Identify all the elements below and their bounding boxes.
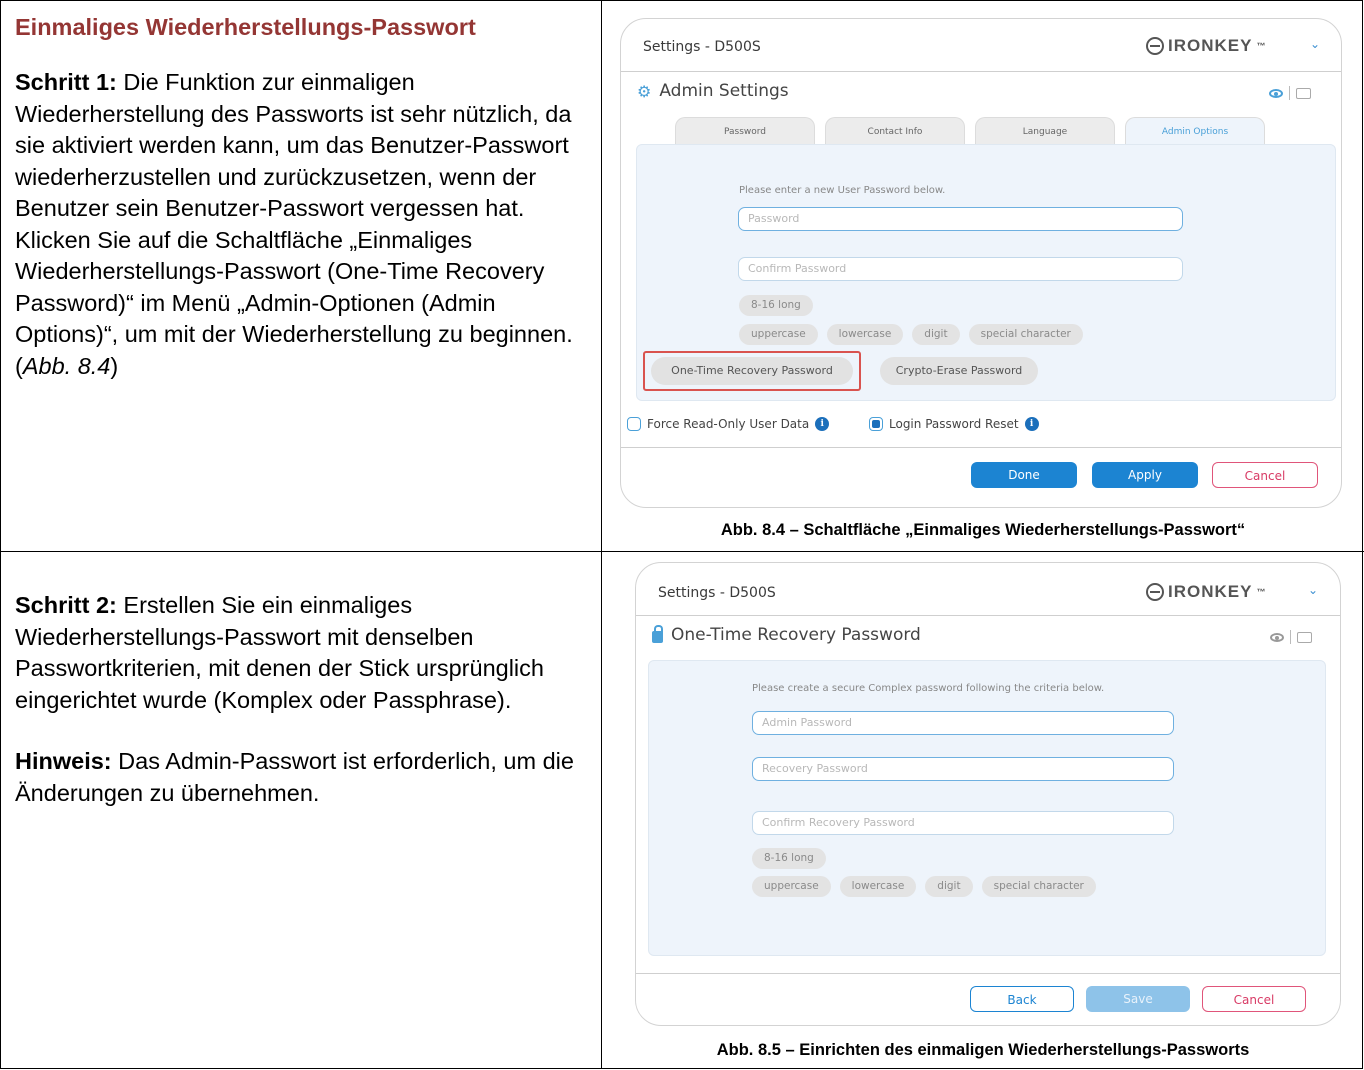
apply-button[interactable]: Apply (1092, 462, 1198, 488)
force-readonly-checkbox[interactable] (627, 417, 641, 431)
chevron-down-icon[interactable]: ⌄ (1308, 583, 1318, 597)
header-icons (1269, 86, 1311, 100)
login-reset-label: Login Password Reset (889, 417, 1019, 431)
header-icons (1270, 630, 1312, 644)
recovery-heading: One-Time Recovery Password (671, 625, 921, 645)
note-label: Hinweis: (15, 748, 112, 774)
chip-uppercase: uppercase (752, 876, 831, 897)
step2-label: Schritt 2: (15, 592, 117, 618)
logo-text: IRONKEY (1168, 582, 1253, 601)
info-icon[interactable]: i (1024, 417, 1039, 431)
step1-paragraph: Schritt 1: Die Funktion zur einmaligen W… (15, 67, 585, 382)
save-button[interactable]: Save (1086, 986, 1190, 1012)
recovery-panel (648, 660, 1326, 956)
chip-uppercase: uppercase (739, 324, 818, 345)
tab-admin-options[interactable]: Admin Options (1125, 117, 1265, 146)
page-title: ⚙ Admin Settings (637, 81, 789, 101)
crypto-erase-button[interactable]: Crypto-Erase Password (880, 357, 1038, 385)
info-icon[interactable]: i (815, 417, 830, 431)
force-readonly-option[interactable]: Force Read-Only User Data i (627, 417, 830, 431)
tab-password[interactable]: Password (675, 117, 815, 146)
chip-digit: digit (925, 876, 973, 897)
footer-divider (621, 447, 1341, 448)
step1-body: Die Funktion zur einmaligen Wiederherste… (15, 69, 573, 379)
tab-contact-info[interactable]: Contact Info (825, 117, 965, 146)
chip-lowercase: lowercase (826, 324, 904, 345)
icon-separator (1290, 630, 1291, 644)
keyboard-icon[interactable] (1297, 631, 1312, 643)
footer-divider (636, 973, 1340, 974)
cancel-button[interactable]: Cancel (1202, 986, 1306, 1012)
lock-icon (652, 625, 663, 643)
chip-lowercase: lowercase (839, 876, 917, 897)
chip-digit: digit (912, 324, 960, 345)
logo-text: IRONKEY (1168, 36, 1253, 55)
eye-icon[interactable] (1270, 632, 1284, 642)
logo-trademark: ™ (1256, 587, 1267, 597)
password-criteria: uppercase lowercase digit special charac… (752, 876, 1096, 897)
password-field[interactable]: Password (738, 207, 1183, 231)
login-reset-checkbox[interactable] (869, 417, 883, 431)
figure-caption: Abb. 8.4 – Schaltfläche „Einmaliges Wied… (720, 521, 1246, 539)
confirm-password-field[interactable]: Confirm Password (738, 257, 1183, 281)
force-readonly-label: Force Read-Only User Data (647, 417, 810, 431)
length-criteria: 8-16 long (739, 295, 813, 316)
admin-settings-window: Settings - D500S IRONKEY ™ ⌄ ⚙ Admin Set… (620, 18, 1342, 508)
keyboard-icon[interactable] (1296, 87, 1311, 99)
ironkey-logo-icon (1146, 37, 1164, 55)
password-criteria: uppercase lowercase digit special charac… (739, 324, 1083, 345)
one-time-recovery-button[interactable]: One-Time Recovery Password (651, 357, 853, 385)
step1-figure-ref: Abb. 8.4 (22, 352, 111, 379)
icon-separator (1289, 86, 1290, 100)
admin-password-field[interactable]: Admin Password (752, 711, 1174, 735)
figure-caption: Abb. 8.5 – Einrichten des einmaligen Wie… (716, 1041, 1250, 1059)
done-button[interactable]: Done (971, 462, 1077, 488)
admin-settings-heading: Admin Settings (659, 81, 789, 101)
confirm-recovery-field[interactable]: Confirm Recovery Password (752, 811, 1174, 835)
chip-length: 8-16 long (752, 848, 826, 869)
chip-special: special character (968, 324, 1083, 345)
chip-special: special character (981, 876, 1096, 897)
window-title: Settings - D500S (643, 39, 761, 55)
chip-length: 8-16 long (739, 295, 813, 316)
back-button[interactable]: Back (970, 986, 1074, 1012)
cancel-button[interactable]: Cancel (1212, 462, 1318, 488)
step1-close: ) (110, 352, 119, 379)
recovery-password-field[interactable]: Recovery Password (752, 757, 1174, 781)
step1-text-cell: Einmaliges Wiederherstellungs-Passwort S… (15, 12, 585, 412)
step2-text-cell: Schritt 2: Erstellen Sie ein einmaliges … (15, 590, 585, 839)
ironkey-logo: IRONKEY ™ (1146, 582, 1266, 602)
eye-slash-icon[interactable] (1269, 88, 1283, 98)
password-hint: Please enter a new User Password below. (739, 185, 946, 196)
section-title: Einmaliges Wiederherstellungs-Passwort (15, 14, 476, 40)
tab-language[interactable]: Language (975, 117, 1115, 146)
tab-bar: Password Contact Info Language Admin Opt… (675, 117, 1265, 146)
login-reset-option[interactable]: Login Password Reset i (869, 417, 1039, 431)
window-title: Settings - D500S (658, 585, 776, 601)
gear-icon: ⚙ (637, 81, 652, 101)
header-divider (621, 71, 1341, 72)
logo-trademark: ™ (1256, 41, 1267, 51)
step1-label: Schritt 1: (15, 69, 117, 95)
recovery-password-window: Settings - D500S IRONKEY ™ ⌄ One-Time Re… (635, 562, 1341, 1026)
length-criteria: 8-16 long (752, 848, 826, 869)
header-divider (636, 615, 1340, 616)
row-divider (0, 551, 1364, 552)
step2-paragraph: Schritt 2: Erstellen Sie ein einmaliges … (15, 590, 585, 716)
criteria-hint: Please create a secure Complex password … (752, 683, 1105, 694)
ironkey-logo: IRONKEY ™ (1146, 36, 1266, 56)
ironkey-logo-icon (1146, 583, 1164, 601)
note-paragraph: Hinweis: Das Admin-Passwort ist erforder… (15, 746, 585, 809)
chevron-down-icon[interactable]: ⌄ (1310, 37, 1320, 51)
page-title: One-Time Recovery Password (652, 625, 921, 645)
